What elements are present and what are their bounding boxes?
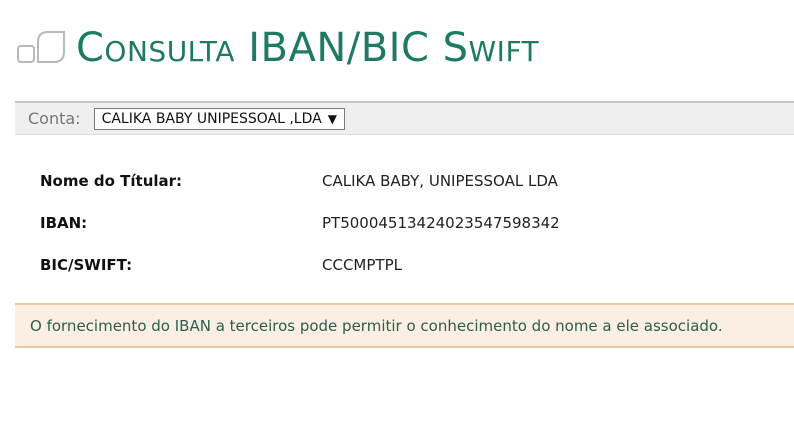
page-header: Consulta IBAN/BIC Swift xyxy=(16,26,539,70)
iban-value: PT50004513424023547598342 xyxy=(322,214,560,232)
bic-swift-label: BIC/SWIFT: xyxy=(40,256,133,274)
logo-squares-icon xyxy=(17,31,65,63)
caret-down-icon: ▼ xyxy=(327,111,337,126)
detail-row-iban: IBAN: PT50004513424023547598342 xyxy=(40,202,560,244)
iban-label: IBAN: xyxy=(40,214,88,232)
detail-row-holder: Nome do Títular: CALIKA BABY, UNIPESSOAL… xyxy=(40,160,560,202)
account-select-value: CALIKA BABY UNIPESSOAL ,LDA xyxy=(101,110,322,127)
privacy-notice: O fornecimento do IBAN a terceiros pode … xyxy=(15,303,794,348)
privacy-notice-text: O fornecimento do IBAN a terceiros pode … xyxy=(30,316,723,335)
account-details: Nome do Títular: CALIKA BABY, UNIPESSOAL… xyxy=(40,160,560,286)
account-label: Conta: xyxy=(28,109,81,128)
detail-row-bic: BIC/SWIFT: CCCMPTPL xyxy=(40,244,560,286)
holder-name-value: CALIKA BABY, UNIPESSOAL LDA xyxy=(322,172,558,190)
holder-name-label: Nome do Títular: xyxy=(40,172,183,190)
bic-swift-value: CCCMPTPL xyxy=(322,256,402,274)
page-title: Consulta IBAN/BIC Swift xyxy=(76,25,540,71)
account-bar: Conta: CALIKA BABY UNIPESSOAL ,LDA ▼ xyxy=(15,101,794,135)
account-select[interactable]: CALIKA BABY UNIPESSOAL ,LDA ▼ xyxy=(93,107,345,130)
